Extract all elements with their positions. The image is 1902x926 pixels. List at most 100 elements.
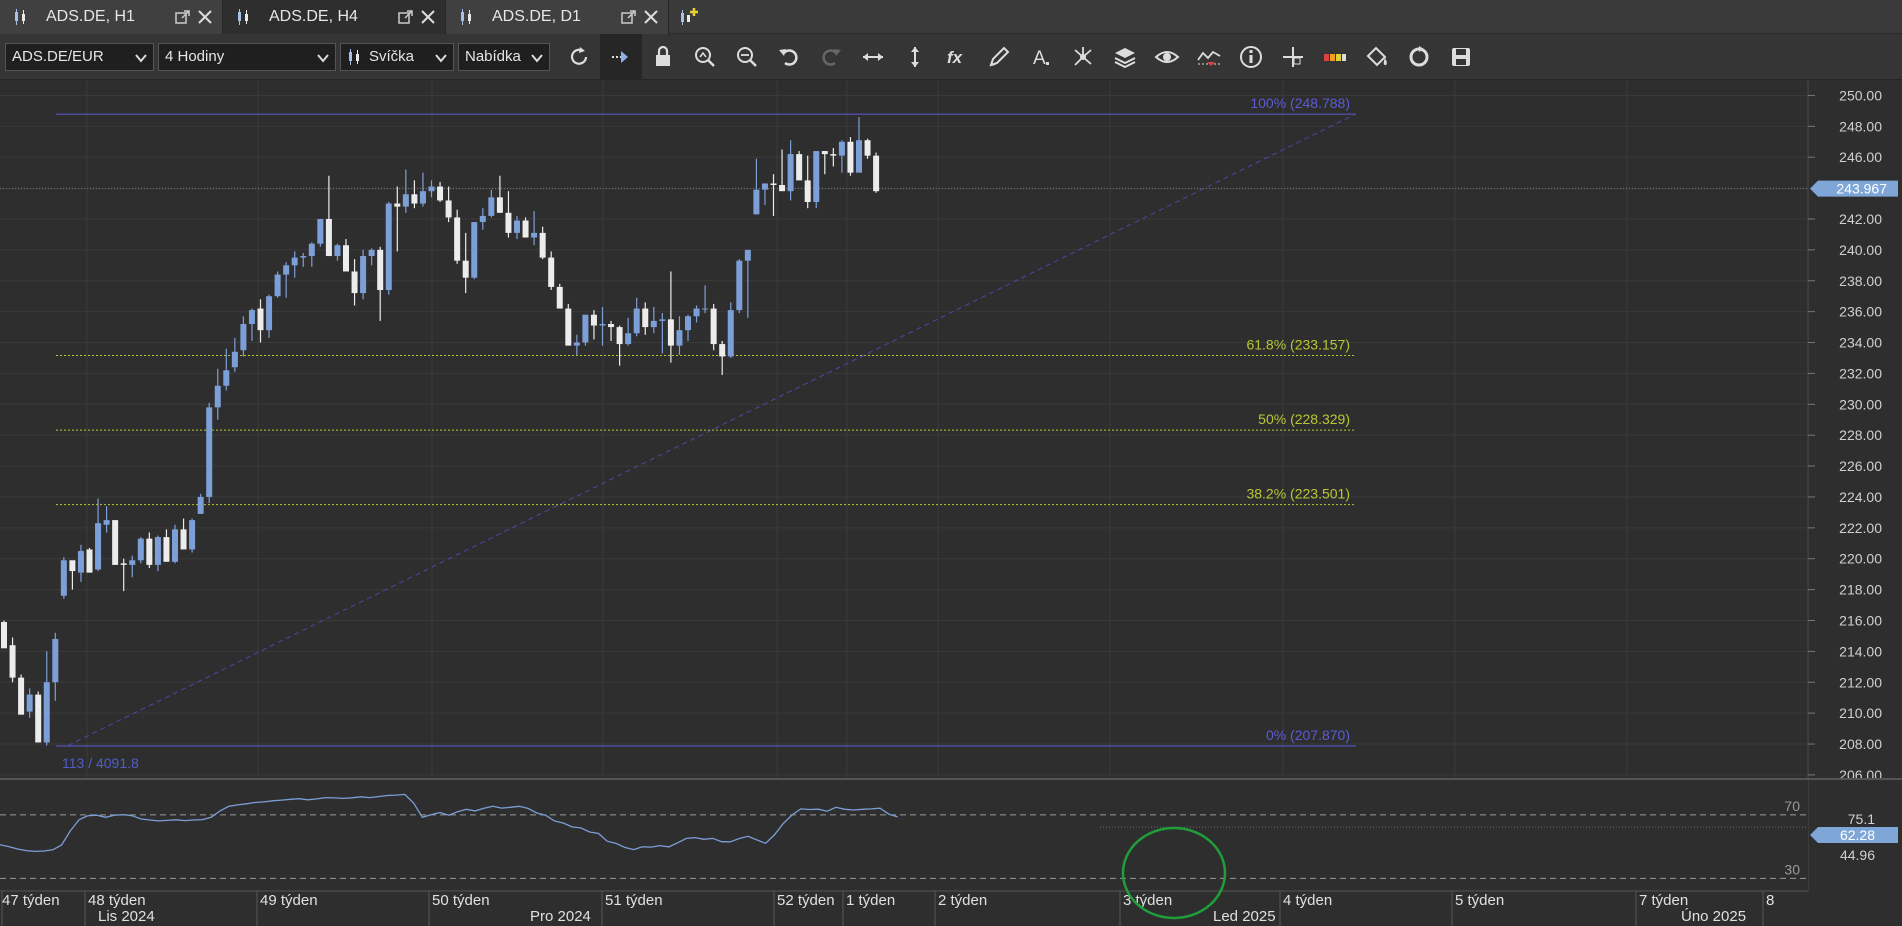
chart-toolbar: ADS.DE/EUR 4 Hodiny Svíčka Nabídka fx A xyxy=(0,33,1902,80)
price-axis-label: 212.00 xyxy=(1839,674,1882,690)
timeframe-value: 4 Hodiny xyxy=(165,48,225,65)
save-button[interactable] xyxy=(1440,34,1482,80)
eye-button[interactable] xyxy=(1146,34,1188,80)
text-tool-button[interactable]: A xyxy=(1020,34,1062,80)
pencil-button[interactable] xyxy=(978,34,1020,80)
indicator-fx-icon: fx xyxy=(947,48,964,67)
symbol-select[interactable]: ADS.DE/EUR xyxy=(5,42,154,71)
horizontal-expand-icon xyxy=(863,52,883,61)
price-axis-label: 250.00 xyxy=(1839,87,1882,103)
svg-text:A: A xyxy=(1033,48,1046,69)
candle-body xyxy=(86,549,93,573)
candle-body xyxy=(856,140,862,173)
time-axis-month-label: Lis 2024 xyxy=(98,908,155,925)
candle-body xyxy=(539,232,546,258)
candle-body xyxy=(146,538,153,565)
candle-body xyxy=(488,197,495,216)
time-axis-week-label: 7 týden xyxy=(1639,892,1688,909)
candle-body xyxy=(163,537,170,562)
oscillator-axis-label: 75.1 xyxy=(1848,811,1875,827)
horizontal-expand-button[interactable] xyxy=(852,34,894,80)
zoom-out-button[interactable] xyxy=(726,34,768,80)
stats-button[interactable] xyxy=(1188,34,1230,80)
fibonacci-level-label: 38.2% (223.501) xyxy=(1246,486,1350,502)
candle-body xyxy=(471,222,478,278)
candle-body xyxy=(479,215,486,223)
fibonacci-level-label: 50% (228.329) xyxy=(1258,411,1350,427)
price-axis-label: 246.00 xyxy=(1839,149,1882,165)
crosshair-icon xyxy=(1283,46,1303,67)
price-side-select[interactable]: Nabídka xyxy=(458,42,550,71)
info-button[interactable] xyxy=(1230,34,1272,80)
candle-body xyxy=(52,639,59,683)
tab-ads-d1[interactable]: ADS.DE, D1 xyxy=(446,0,669,34)
candle-body xyxy=(744,249,751,261)
palette-button[interactable] xyxy=(1314,34,1356,80)
redo-button[interactable] xyxy=(810,34,852,80)
refresh-button[interactable] xyxy=(558,34,600,80)
candle-body xyxy=(667,319,674,346)
candle-body xyxy=(180,529,187,550)
autoscroll-button[interactable] xyxy=(600,33,642,80)
info-icon xyxy=(1240,45,1262,68)
undo-button[interactable] xyxy=(768,34,810,80)
candlestick-icon xyxy=(238,9,248,25)
zoom-in-icon xyxy=(695,46,715,67)
lock-button[interactable] xyxy=(642,34,684,80)
layers-button[interactable] xyxy=(1104,34,1146,80)
candle-body xyxy=(402,194,409,207)
add-chart-icon xyxy=(681,8,698,25)
time-axis-week-label: 51 týden xyxy=(605,892,663,909)
candle-body xyxy=(120,563,127,565)
chevron-down-icon xyxy=(317,53,329,63)
zoom-in-button[interactable] xyxy=(684,34,726,80)
candle-body xyxy=(650,320,657,328)
chart-type-value: Svíčka xyxy=(369,48,415,65)
close-icon[interactable] xyxy=(419,8,437,26)
close-icon[interactable] xyxy=(642,8,660,26)
candle-body xyxy=(608,323,615,328)
candle-body xyxy=(736,260,743,311)
time-axis-month-label: Úno 2025 xyxy=(1681,908,1746,925)
price-axis-label: 240.00 xyxy=(1839,242,1882,258)
candlestick-icon xyxy=(461,9,471,25)
vertical-expand-button[interactable] xyxy=(894,34,936,80)
candle-body xyxy=(360,256,367,294)
time-axis-month-label: Pro 2024 xyxy=(530,908,591,925)
candle-body xyxy=(864,140,871,156)
price-chart[interactable]: 100% (248.788) 61.8% (233.157) 50% (228.32… xyxy=(0,80,1902,926)
chart-type-select[interactable]: Svíčka xyxy=(340,42,454,71)
indicator-fx-button[interactable]: fx xyxy=(936,34,978,80)
popout-icon[interactable] xyxy=(620,8,638,26)
trading-app: ADS.DE, H1 ADS.DE, H4 ADS.DE, D1 ADS.DE/… xyxy=(0,0,1902,926)
candle-body xyxy=(103,520,110,525)
candle-body xyxy=(368,249,375,257)
sync-icon xyxy=(1409,45,1429,66)
time-axis-week-label: 8 xyxy=(1766,892,1774,909)
fibonacci-anchor-label: 113 / 4091.8 xyxy=(62,755,139,771)
sync-button[interactable] xyxy=(1398,34,1440,80)
candle-body xyxy=(462,260,469,278)
candle-body xyxy=(317,218,324,244)
close-icon[interactable] xyxy=(196,8,214,26)
popout-icon[interactable] xyxy=(174,8,192,26)
candle-body xyxy=(283,265,290,275)
timeframe-select[interactable]: 4 Hodiny xyxy=(158,42,336,71)
candle-body xyxy=(240,323,247,351)
popout-icon[interactable] xyxy=(397,8,415,26)
crosshair-button[interactable] xyxy=(1272,34,1314,80)
price-axis-label: 236.00 xyxy=(1839,304,1882,320)
tab-ads-h4[interactable]: ADS.DE, H4 xyxy=(223,0,446,34)
candle-body xyxy=(565,308,572,346)
price-axis-label: 220.00 xyxy=(1839,551,1882,567)
candle-body xyxy=(753,189,760,215)
candle-body xyxy=(325,218,332,257)
candle-body xyxy=(779,185,786,192)
candle-body xyxy=(377,249,384,291)
candle-body xyxy=(642,308,649,328)
tab-ads-h1[interactable]: ADS.DE, H1 xyxy=(0,0,223,34)
paint-bucket-button[interactable] xyxy=(1356,34,1398,80)
add-chart-button[interactable] xyxy=(669,0,709,34)
oscillator-value-label: 62.28 xyxy=(1840,827,1875,843)
network-button[interactable] xyxy=(1062,34,1104,80)
